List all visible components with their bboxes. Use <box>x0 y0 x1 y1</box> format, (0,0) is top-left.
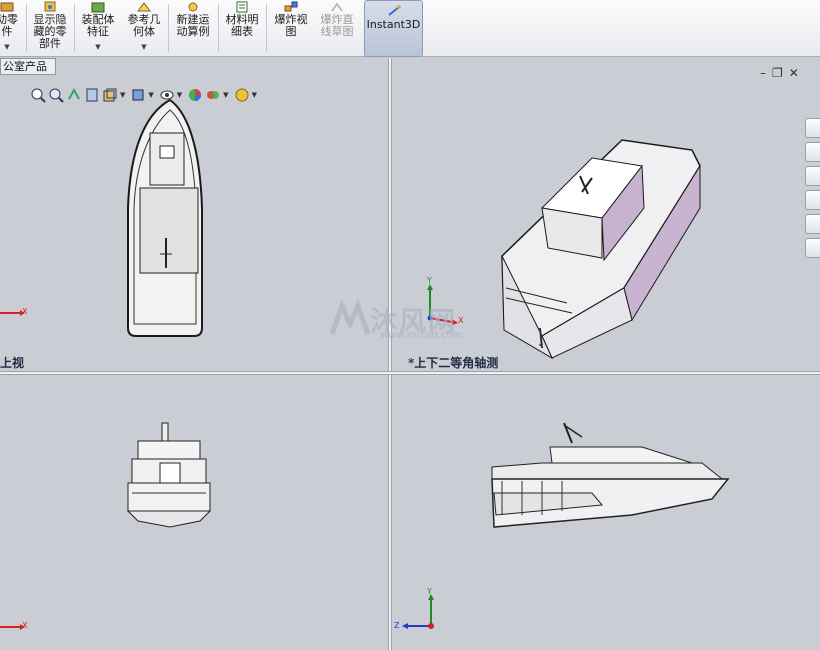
chevron-down-icon[interactable]: ▼ <box>223 91 228 99</box>
display-style-icon[interactable] <box>130 87 146 103</box>
zoom-to-area-icon[interactable] <box>48 87 64 103</box>
hide-show-items-icon[interactable] <box>159 87 175 103</box>
chevron-down-icon[interactable]: ▼ <box>120 91 125 99</box>
window-controls: –❐✕ <box>760 66 805 80</box>
ribbon-separator <box>218 4 219 52</box>
instant3d-icon <box>387 5 401 16</box>
assembly-features-icon <box>91 2 105 13</box>
minimize-icon[interactable]: – <box>760 66 772 80</box>
ribbon-separator <box>168 4 169 52</box>
axis-label-y: Y <box>427 276 432 285</box>
file-explorer-icon[interactable] <box>805 166 820 186</box>
viewport-label-dimetric: *上下二等角轴测 <box>408 356 499 370</box>
view-palette-icon[interactable] <box>805 190 820 210</box>
bill-of-materials-button[interactable]: 材料明 细表 <box>220 0 264 56</box>
viewport-bottom-right[interactable]: Y Z <box>392 375 820 650</box>
assembly-features-label: 装配体 特征 <box>81 13 115 38</box>
bill-of-materials-label: 材料明 细表 <box>225 13 259 38</box>
move-component-label: 动零 件 <box>0 13 18 38</box>
reference-geometry-icon <box>137 2 151 12</box>
exploded-view-icon <box>284 1 298 12</box>
watermark-logo-icon <box>330 300 370 335</box>
home-icon[interactable] <box>805 118 820 138</box>
axis-label-y: Y <box>427 587 432 596</box>
edit-appearance-icon[interactable] <box>187 87 203 103</box>
axis-triad <box>402 594 434 629</box>
move-component-button[interactable]: 动零 件 ▼ <box>0 0 22 56</box>
reference-geometry-button[interactable]: 参考几 何体 ▼ <box>122 0 166 56</box>
apply-scene-icon[interactable] <box>205 87 221 103</box>
close-icon[interactable]: ✕ <box>789 66 805 80</box>
assembly-features-button[interactable]: 装配体 特征 ▼ <box>76 0 120 56</box>
chevron-down-icon[interactable]: ▼ <box>76 41 120 53</box>
section-view-icon[interactable] <box>84 87 100 103</box>
explode-line-sketch-icon <box>331 2 343 12</box>
watermark-url: www.mfcad.com <box>380 330 463 341</box>
task-pane-tabs <box>805 118 820 262</box>
instant3d-label: Instant3D <box>366 18 421 31</box>
view-settings-icon[interactable] <box>234 87 250 103</box>
chevron-down-icon[interactable]: ▼ <box>122 41 166 53</box>
axis-label-x: X <box>22 307 28 316</box>
ribbon-separator <box>266 4 267 52</box>
move-component-icon <box>0 2 14 12</box>
viewport-label-top: 上视 <box>0 356 25 370</box>
boat-front-view <box>126 422 212 528</box>
bill-of-materials-icon <box>236 1 248 13</box>
exploded-view-button[interactable]: 爆炸视 图 <box>268 0 314 56</box>
zoom-to-fit-icon[interactable] <box>30 87 46 103</box>
command-manager-ribbon: 动零 件 ▼ 显示隐 藏的零 部件 装配体 特征 ▼ 参考几 何体 ▼ 新建运 … <box>0 0 820 57</box>
axis-label-z: Z <box>394 621 400 630</box>
instant3d-button[interactable]: Instant3D <box>364 0 423 57</box>
design-library-icon[interactable] <box>805 142 820 162</box>
axis-label-x: X <box>458 316 464 325</box>
heads-up-view-toolbar: ▼ ▼ ▼ ▼ ▼ <box>30 85 260 105</box>
previous-view-icon[interactable] <box>66 87 82 103</box>
chevron-down-icon[interactable]: ▼ <box>0 41 22 53</box>
chevron-down-icon[interactable]: ▼ <box>148 91 153 99</box>
motion-study-icon <box>188 2 198 12</box>
show-hidden-components-icon <box>44 1 56 12</box>
axis-label-x: X <box>22 621 28 630</box>
chevron-down-icon[interactable]: ▼ <box>177 91 182 99</box>
restore-icon[interactable]: ❐ <box>772 66 789 80</box>
view-orientation-icon[interactable] <box>102 87 118 103</box>
explode-line-sketch-label: 爆炸直 线草图 <box>320 13 354 38</box>
explode-line-sketch-button[interactable]: 爆炸直 线草图 <box>314 0 360 56</box>
reference-geometry-label: 参考几 何体 <box>127 13 161 38</box>
show-hidden-components-button[interactable]: 显示隐 藏的零 部件 <box>28 0 72 56</box>
ribbon-separator <box>74 4 75 52</box>
custom-properties-icon[interactable] <box>805 238 820 258</box>
viewport-bottom-left[interactable]: X <box>0 375 388 650</box>
boat-side-view <box>491 422 730 528</box>
chevron-down-icon[interactable]: ▼ <box>252 91 257 99</box>
exploded-view-label: 爆炸视 图 <box>274 13 308 38</box>
ribbon-separator <box>26 4 27 52</box>
show-hidden-components-label: 显示隐 藏的零 部件 <box>33 13 67 50</box>
new-motion-study-button[interactable]: 新建运 动算例 <box>170 0 216 56</box>
new-motion-study-label: 新建运 动算例 <box>176 13 210 38</box>
appearances-icon[interactable] <box>805 214 820 234</box>
